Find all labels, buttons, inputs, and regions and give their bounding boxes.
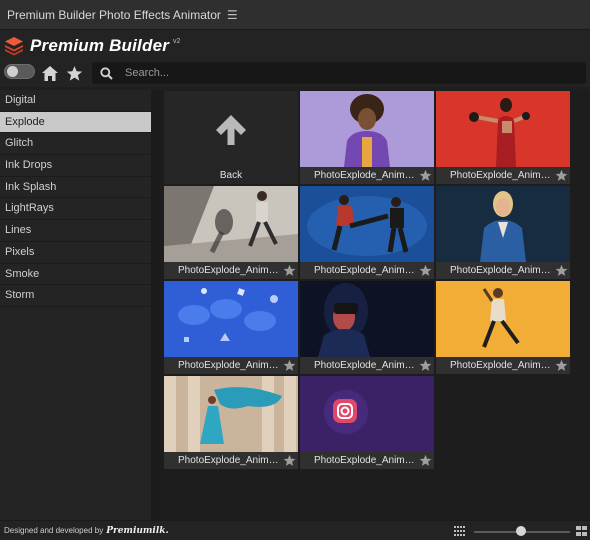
sidebar-item-glitch[interactable]: Glitch	[0, 133, 151, 156]
sidebar-item-lines[interactable]: Lines	[0, 220, 151, 242]
preset-label: PhotoExplode_Animat...	[178, 360, 282, 371]
back-label: Back	[164, 167, 298, 184]
preset-tile[interactable]: PhotoExplode_Animat...	[436, 281, 570, 374]
preset-thumbnail	[164, 186, 298, 262]
preset-thumbnail	[300, 281, 434, 357]
preset-tile[interactable]: PhotoExplode_Animat...	[300, 376, 434, 469]
favorites-star-icon[interactable]	[66, 65, 83, 82]
title-bar: Premium Builder Photo Effects Animator ☰	[0, 0, 590, 30]
preset-label: PhotoExplode_Animat...	[450, 360, 554, 371]
preset-label: PhotoExplode_Animat...	[450, 265, 554, 276]
preset-tile[interactable]: PhotoExplode_Animat...	[300, 281, 434, 374]
preset-tile[interactable]: PhotoExplode_Animat...	[164, 186, 298, 279]
category-sidebar: Digital Explode Glitch Ink Drops Ink Spl…	[0, 90, 151, 520]
back-tile[interactable]: Back	[164, 91, 298, 184]
preset-tile[interactable]: PhotoExplode_Animat...	[436, 186, 570, 279]
home-icon[interactable]	[41, 65, 59, 82]
panel-splitter[interactable]	[151, 90, 159, 520]
slider-handle[interactable]	[516, 526, 526, 536]
credit-text: Designed and developed by	[4, 526, 104, 535]
sidebar-item-pixels[interactable]: Pixels	[0, 242, 151, 264]
preset-label: PhotoExplode_Animat...	[314, 455, 418, 466]
preset-grid: Back PhotoExplode_Animat... PhotoExplode…	[159, 90, 590, 520]
preset-thumbnail	[436, 91, 570, 167]
favorite-star-icon[interactable]	[283, 359, 296, 372]
favorite-star-icon[interactable]	[283, 264, 296, 277]
brand-name: Premium Builder	[30, 36, 170, 55]
large-grid-icon[interactable]	[576, 526, 587, 536]
search-input[interactable]	[123, 66, 563, 80]
favorite-star-icon[interactable]	[419, 359, 432, 372]
sidebar-item-smoke[interactable]: Smoke	[0, 264, 151, 286]
preset-thumbnail	[300, 91, 434, 167]
preset-tile[interactable]: PhotoExplode_Animat...	[300, 91, 434, 184]
preset-tile[interactable]: PhotoExplode_Animat...	[164, 376, 298, 469]
sidebar-item-storm[interactable]: Storm	[0, 285, 151, 307]
preset-thumbnail	[436, 186, 570, 262]
window-title: Premium Builder Photo Effects Animator	[7, 7, 221, 22]
logo-icon	[5, 37, 23, 56]
brand-header: Premium Builder v2	[0, 30, 590, 62]
preset-tile[interactable]: PhotoExplode_Animat...	[300, 186, 434, 279]
hamburger-icon[interactable]: ☰	[227, 8, 238, 22]
sidebar-item-ink-drops[interactable]: Ink Drops	[0, 155, 151, 177]
brand-version: v2	[173, 38, 181, 45]
small-grid-icon[interactable]	[454, 526, 465, 536]
preset-label: PhotoExplode_Animat...	[314, 170, 418, 181]
favorite-star-icon[interactable]	[419, 454, 432, 467]
footer-credit: Designed and developed by Premiumilk.	[4, 526, 169, 536]
toggle-knob	[7, 66, 18, 77]
sidebar-item-explode[interactable]: Explode	[0, 111, 151, 134]
favorite-star-icon[interactable]	[419, 264, 432, 277]
preset-label: PhotoExplode_Animat...	[450, 170, 554, 181]
preset-tile[interactable]: PhotoExplode_Animat...	[164, 281, 298, 374]
search-icon	[100, 66, 113, 80]
sidebar-item-lightrays[interactable]: LightRays	[0, 198, 151, 221]
preview-toggle[interactable]	[4, 64, 35, 79]
favorite-star-icon[interactable]	[283, 454, 296, 467]
sidebar-item-digital[interactable]: Digital	[0, 90, 151, 112]
preset-thumbnail	[300, 186, 434, 262]
preset-label: PhotoExplode_Animat...	[178, 455, 282, 466]
preset-label: PhotoExplode_Animat...	[314, 265, 418, 276]
favorite-star-icon[interactable]	[555, 264, 568, 277]
preset-thumbnail	[164, 376, 298, 452]
search-box[interactable]	[92, 62, 586, 84]
up-arrow-icon	[216, 115, 246, 145]
preset-label: PhotoExplode_Animat...	[314, 360, 418, 371]
preset-thumbnail	[164, 281, 298, 357]
toolbar	[0, 62, 590, 87]
favorite-star-icon[interactable]	[555, 359, 568, 372]
preset-tile[interactable]: PhotoExplode_Animat...	[436, 91, 570, 184]
favorite-star-icon[interactable]	[419, 169, 432, 182]
sidebar-item-ink-splash[interactable]: Ink Splash	[0, 177, 151, 199]
preset-label: PhotoExplode_Animat...	[178, 265, 282, 276]
favorite-star-icon[interactable]	[555, 169, 568, 182]
preset-thumbnail	[300, 376, 434, 452]
footer: Designed and developed by Premiumilk.	[0, 520, 590, 540]
company-name[interactable]: Premiumilk.	[106, 526, 168, 536]
preset-thumbnail	[436, 281, 570, 357]
